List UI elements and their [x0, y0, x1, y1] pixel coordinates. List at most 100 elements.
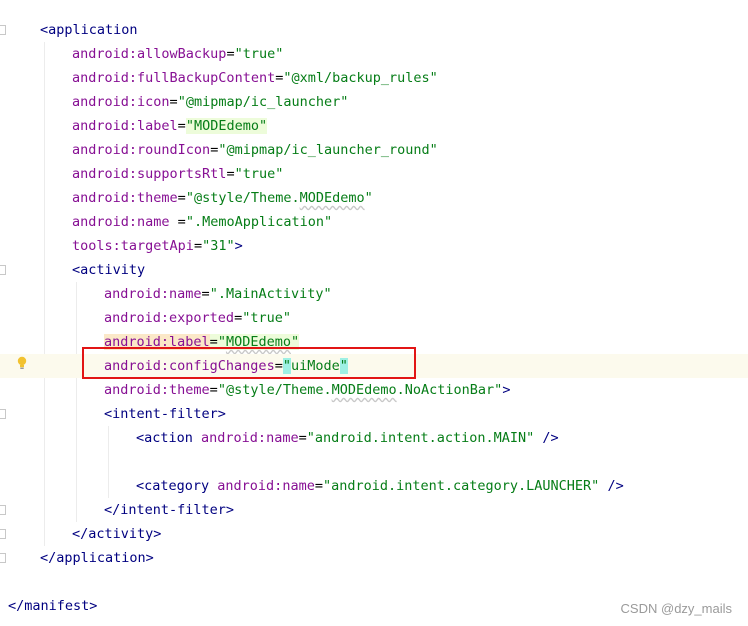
code-line[interactable]: android:label="MODEdemo" [0, 114, 748, 138]
code-token: " [364, 190, 373, 206]
highlight-box [82, 347, 416, 379]
code-token: = [177, 118, 186, 134]
code-token: name [169, 286, 202, 302]
code-line[interactable]: </intent-filter> [0, 498, 748, 522]
code-token: = [209, 382, 218, 398]
code-line[interactable]: </activity> [0, 522, 748, 546]
code-token: android: [72, 70, 138, 86]
code-line[interactable]: <application [0, 18, 748, 42]
code-token: android: [72, 46, 138, 62]
fold-marker-icon[interactable] [0, 265, 6, 275]
code-token: "@xml/backup_rules" [283, 70, 438, 86]
code-token: /> [534, 430, 559, 446]
code-line[interactable]: android:supportsRtl="true" [0, 162, 748, 186]
code-token: = [226, 166, 235, 182]
fold-marker-icon[interactable] [0, 409, 6, 419]
code-token: icon [137, 94, 170, 110]
code-token: > [502, 382, 511, 398]
code-token: theme [137, 190, 178, 206]
code-token: ".MemoApplication" [185, 214, 333, 230]
code-token: name [266, 430, 299, 446]
code-token: = [193, 238, 203, 254]
code-token: = [226, 46, 235, 62]
code-token: .NoActionBar" [396, 382, 503, 398]
code-editor[interactable]: <application android:allowBackup="true" an… [0, 0, 748, 626]
code-token: </manifest> [8, 598, 98, 614]
code-line[interactable]: <activity [0, 258, 748, 282]
code-token: android: [72, 214, 138, 230]
code-token: /> [599, 478, 624, 494]
code-token: allowBackup [137, 46, 227, 62]
code-line[interactable]: android:fullBackupContent="@xml/backup_r… [0, 66, 748, 90]
fold-marker-icon[interactable] [0, 25, 6, 35]
code-line[interactable]: android:roundIcon="@mipmap/ic_launcher_r… [0, 138, 748, 162]
code-token: "MODEdemo" [185, 118, 268, 134]
code-line[interactable]: tools:targetApi="31"> [0, 234, 748, 258]
code-token: = [234, 310, 243, 326]
code-token: <application [40, 22, 138, 38]
code-token: roundIcon [137, 142, 211, 158]
code-token: = [201, 286, 210, 302]
code-line[interactable]: </application> [0, 546, 748, 570]
code-token: "android.intent.category.LAUNCHER" [322, 478, 600, 494]
code-token: supportsRtl [137, 166, 227, 182]
code-line[interactable]: android:icon="@mipmap/ic_launcher" [0, 90, 748, 114]
code-line[interactable]: <action android:name="android.intent.act… [0, 426, 748, 450]
code-token: = [314, 478, 323, 494]
code-token: "@style/Theme. [217, 382, 332, 398]
watermark: CSDN @dzy_mails [620, 601, 732, 616]
code-line[interactable]: android:theme="@style/Theme.MODEdemo" [0, 186, 748, 210]
code-token: fullBackupContent [137, 70, 276, 86]
code-line[interactable] [0, 570, 748, 594]
code-token: </activity> [72, 526, 162, 542]
code-token: "true" [234, 166, 284, 182]
code-token: android: [72, 118, 138, 134]
code-token: name [282, 478, 315, 494]
code-token: <intent-filter> [104, 406, 226, 422]
fold-marker-icon[interactable] [0, 553, 6, 563]
code-token: android: [72, 142, 138, 158]
code-line[interactable]: android:name =".MemoApplication" [0, 210, 748, 234]
code-token: > [234, 238, 243, 254]
code-token: "@style/Theme. [185, 190, 300, 206]
code-token: "android.intent.action.MAIN" [306, 430, 535, 446]
code-token: "true" [242, 310, 291, 326]
code-token: <activity [72, 262, 146, 278]
code-token: <category [136, 478, 218, 494]
code-token: "@mipmap/ic_launcher" [177, 94, 349, 110]
fold-marker-icon[interactable] [0, 529, 6, 539]
code-token: MODEdemo [331, 382, 397, 398]
code-token: MODEdemo [299, 190, 365, 206]
code-token: name [137, 214, 178, 230]
code-token: "31" [202, 238, 235, 254]
code-token: "true" [234, 46, 284, 62]
fold-marker-icon[interactable] [0, 505, 6, 515]
code-line[interactable]: android:allowBackup="true" [0, 42, 748, 66]
code-token: ".MainActivity" [209, 286, 332, 302]
code-token: = [298, 430, 307, 446]
code-token: exported [169, 310, 235, 326]
code-line[interactable]: android:theme="@style/Theme.MODEdemo.NoA… [0, 378, 748, 402]
code-token: android: [104, 382, 170, 398]
code-line[interactable]: android:name=".MainActivity" [0, 282, 748, 306]
code-token: </intent-filter> [104, 502, 235, 518]
code-line[interactable]: android:exported="true" [0, 306, 748, 330]
code-token: android: [72, 166, 138, 182]
code-line[interactable]: <category android:name="android.intent.c… [0, 474, 748, 498]
code-token: android: [217, 478, 283, 494]
code-token: android: [104, 310, 170, 326]
code-token: tools: [72, 238, 121, 254]
code-token: = [177, 214, 186, 230]
code-token: android: [104, 286, 170, 302]
code-token: theme [169, 382, 210, 398]
code-line[interactable]: <intent-filter> [0, 402, 748, 426]
code-token: targetApi [120, 238, 194, 254]
code-token: android: [72, 94, 138, 110]
code-token: <action [136, 430, 202, 446]
lightbulb-icon[interactable] [16, 356, 28, 370]
code-token: android: [201, 430, 267, 446]
code-token: label [137, 118, 178, 134]
code-token: android: [72, 190, 138, 206]
code-line[interactable] [0, 450, 748, 474]
code-token: </application> [40, 550, 154, 566]
